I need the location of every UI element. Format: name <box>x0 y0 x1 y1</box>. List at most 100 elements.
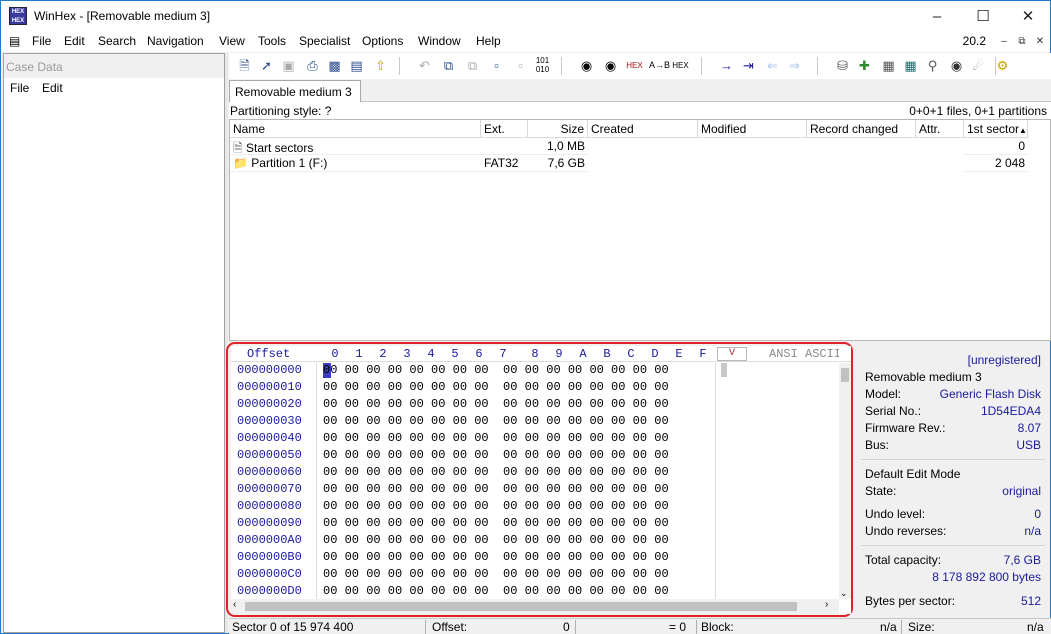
undo-icon[interactable]: ↶ <box>415 56 434 75</box>
offset-status-value[interactable]: 0 <box>563 620 570 634</box>
menu-navigation[interactable]: Navigation <box>147 34 204 48</box>
new-file-icon[interactable]: 🗎 <box>235 56 254 75</box>
case-menu-edit[interactable]: Edit <box>42 81 63 95</box>
menu-search[interactable]: Search <box>98 34 136 48</box>
text-caret <box>721 363 727 377</box>
mdi-restore-icon[interactable]: ⧉ <box>1015 35 1029 49</box>
block-status-value[interactable]: n/a <box>880 620 897 634</box>
sector-status[interactable]: Sector 0 of 15 974 400 <box>232 620 353 634</box>
open-icon[interactable]: ➚ <box>257 56 276 75</box>
toolbar: 🗎 ➚ ▣ ⎙ ▩ ▤ ⇧ ↶ ⧉ ⧉ ▫ ▫ 101 010 ◉ ◉ HEX A… <box>229 53 1051 79</box>
table-row[interactable]: 📁 Partition 1 (F:) FAT32 7,6 GB 2 048 <box>230 155 1028 172</box>
goto-sector-icon[interactable]: ⇥ <box>739 56 758 75</box>
scroll-right-icon[interactable]: › <box>825 599 828 610</box>
analyze-icon[interactable]: ◉ <box>947 56 966 75</box>
col-record-changed[interactable]: Record changed <box>807 120 916 138</box>
paste-icon[interactable]: ▫ <box>487 56 506 75</box>
col-attr[interactable]: Attr. <box>916 120 964 138</box>
scroll-thumb[interactable] <box>245 602 797 611</box>
status-separator <box>901 620 902 634</box>
offset-header[interactable]: Offset <box>247 347 290 361</box>
value-status[interactable]: = 0 <box>669 620 686 634</box>
hex-row[interactable]: 00 00 00 00 00 00 00 00 00 00 00 00 00 0… <box>323 516 669 533</box>
registration-status[interactable]: [unregistered] <box>968 353 1041 367</box>
scroll-thumb[interactable] <box>841 368 849 382</box>
mdi-minimize-icon[interactable]: – <box>997 35 1011 49</box>
hex-row[interactable]: 00 00 00 00 00 00 00 00 00 00 00 00 00 0… <box>323 567 669 584</box>
scroll-down-icon[interactable]: ⌄ <box>840 588 848 599</box>
calculator-icon[interactable]: ▦ <box>901 56 920 75</box>
replace-text-icon[interactable]: A→B <box>649 56 670 75</box>
close-button[interactable]: ✕ <box>1005 1 1051 32</box>
table-row[interactable]: 🗎 Start sectors 1,0 MB 0 <box>230 138 1028 155</box>
hex-row[interactable]: 00 00 00 00 00 00 00 00 00 00 00 00 00 0… <box>323 414 669 431</box>
cut-icon[interactable]: ⧉ <box>463 56 482 75</box>
goto-offset-icon[interactable]: → <box>717 56 736 75</box>
col-size[interactable]: Size <box>528 120 588 138</box>
save-icon[interactable]: ▣ <box>279 56 298 75</box>
forward-icon[interactable]: ⇒ <box>785 56 804 75</box>
menu-window[interactable]: Window <box>418 34 461 48</box>
hex-vertical-scrollbar[interactable]: ⌄ <box>839 363 851 599</box>
menu-help[interactable]: Help <box>476 34 501 48</box>
hex-row[interactable]: 00 00 00 00 00 00 00 00 00 00 00 00 00 0… <box>323 448 669 465</box>
col-ext[interactable]: Ext. <box>481 120 528 138</box>
tab-removable-medium-3[interactable]: Removable medium 3 <box>229 80 361 103</box>
col-created[interactable]: Created <box>588 120 698 138</box>
version-label: 20.2 <box>962 34 986 48</box>
mdi-close-icon[interactable]: ✕ <box>1033 35 1047 49</box>
hex-row[interactable]: 00 00 00 00 00 00 00 00 00 00 00 00 00 0… <box>323 482 669 499</box>
minimize-button[interactable]: – <box>914 1 960 32</box>
search-icon[interactable]: ⚲ <box>923 56 942 75</box>
hex-editor[interactable]: Offset 0 1 2 3 4 5 6 7 8 9 A B C D E F V… <box>231 346 851 614</box>
settings-icon[interactable]: ⚙ <box>993 56 1012 75</box>
status-bar: Sector 0 of 15 974 400 Offset: 0 = 0 Blo… <box>229 618 1051 634</box>
menu-options[interactable]: Options <box>362 34 403 48</box>
menu-file[interactable]: File <box>32 34 51 48</box>
back-icon[interactable]: ⇐ <box>763 56 782 75</box>
paste-special-icon[interactable]: ▫ <box>511 56 530 75</box>
open-disk-icon[interactable]: ⛁ <box>833 56 852 75</box>
hex-row[interactable]: 00 00 00 00 00 00 00 00 00 00 00 00 00 0… <box>323 431 669 448</box>
case-menu-file[interactable]: File <box>10 81 29 95</box>
menu-specialist[interactable]: Specialist <box>299 34 350 48</box>
hex-row[interactable]: 00 00 00 00 00 00 00 00 00 00 00 00 00 0… <box>323 499 669 516</box>
col-modified[interactable]: Modified <box>698 120 807 138</box>
ram-icon[interactable]: ▦ <box>879 56 898 75</box>
hex-row[interactable]: 00 00 00 00 00 00 00 00 00 00 00 00 00 0… <box>323 465 669 482</box>
row-first-sector: 0 <box>964 138 1028 155</box>
view-mode-button[interactable]: V <box>717 347 747 361</box>
hex-horizontal-scrollbar[interactable]: ‹ › <box>231 599 839 614</box>
clipboard-icon[interactable]: ▤ <box>347 56 366 75</box>
col-name[interactable]: Name <box>230 120 481 138</box>
scroll-left-icon[interactable]: ‹ <box>233 599 236 610</box>
print-icon[interactable]: ⎙ <box>303 56 322 75</box>
hex-header: Offset 0 1 2 3 4 5 6 7 8 9 A B C D E F V… <box>231 346 851 362</box>
col-first-sector[interactable]: 1st sector▲ <box>964 120 1028 138</box>
edit-mode[interactable]: Default Edit Mode <box>865 467 960 481</box>
binary-icon[interactable]: 101 010 <box>533 56 552 75</box>
copy-icon[interactable]: ⧉ <box>439 56 458 75</box>
menu-tools[interactable]: Tools <box>258 34 286 48</box>
replace-hex-icon[interactable]: HEX <box>671 56 690 75</box>
find-text-icon[interactable]: ◉ <box>601 56 620 75</box>
ansi-text-pane[interactable] <box>715 363 839 599</box>
doc-system-icon[interactable]: ▤ <box>9 34 25 50</box>
hex-row[interactable]: 00 00 00 00 00 00 00 00 00 00 00 00 00 0… <box>323 533 669 550</box>
hex-row[interactable]: 00 00 00 00 00 00 00 00 00 00 00 00 00 0… <box>323 363 669 380</box>
tools-icon[interactable]: ☄ <box>969 56 988 75</box>
hex-row[interactable]: 00 00 00 00 00 00 00 00 00 00 00 00 00 0… <box>323 397 669 414</box>
find-icon[interactable]: ◉ <box>577 56 596 75</box>
disk-plus-icon[interactable]: ✚ <box>855 56 874 75</box>
properties-icon[interactable]: ▩ <box>325 56 344 75</box>
export-icon[interactable]: ⇧ <box>371 56 390 75</box>
offset-value: 000000010 <box>237 380 302 394</box>
hex-row[interactable]: 00 00 00 00 00 00 00 00 00 00 00 00 00 0… <box>323 550 669 567</box>
title-bar[interactable]: HEX HEX WinHex - [Removable medium 3] – ☐… <box>1 1 1050 32</box>
menu-edit[interactable]: Edit <box>64 34 85 48</box>
maximize-button[interactable]: ☐ <box>960 1 1006 32</box>
hex-row[interactable]: 00 00 00 00 00 00 00 00 00 00 00 00 00 0… <box>323 380 669 397</box>
find-hex-icon[interactable]: HEX <box>625 56 644 75</box>
size-status-value[interactable]: n/a <box>1027 620 1044 634</box>
menu-view[interactable]: View <box>219 34 245 48</box>
